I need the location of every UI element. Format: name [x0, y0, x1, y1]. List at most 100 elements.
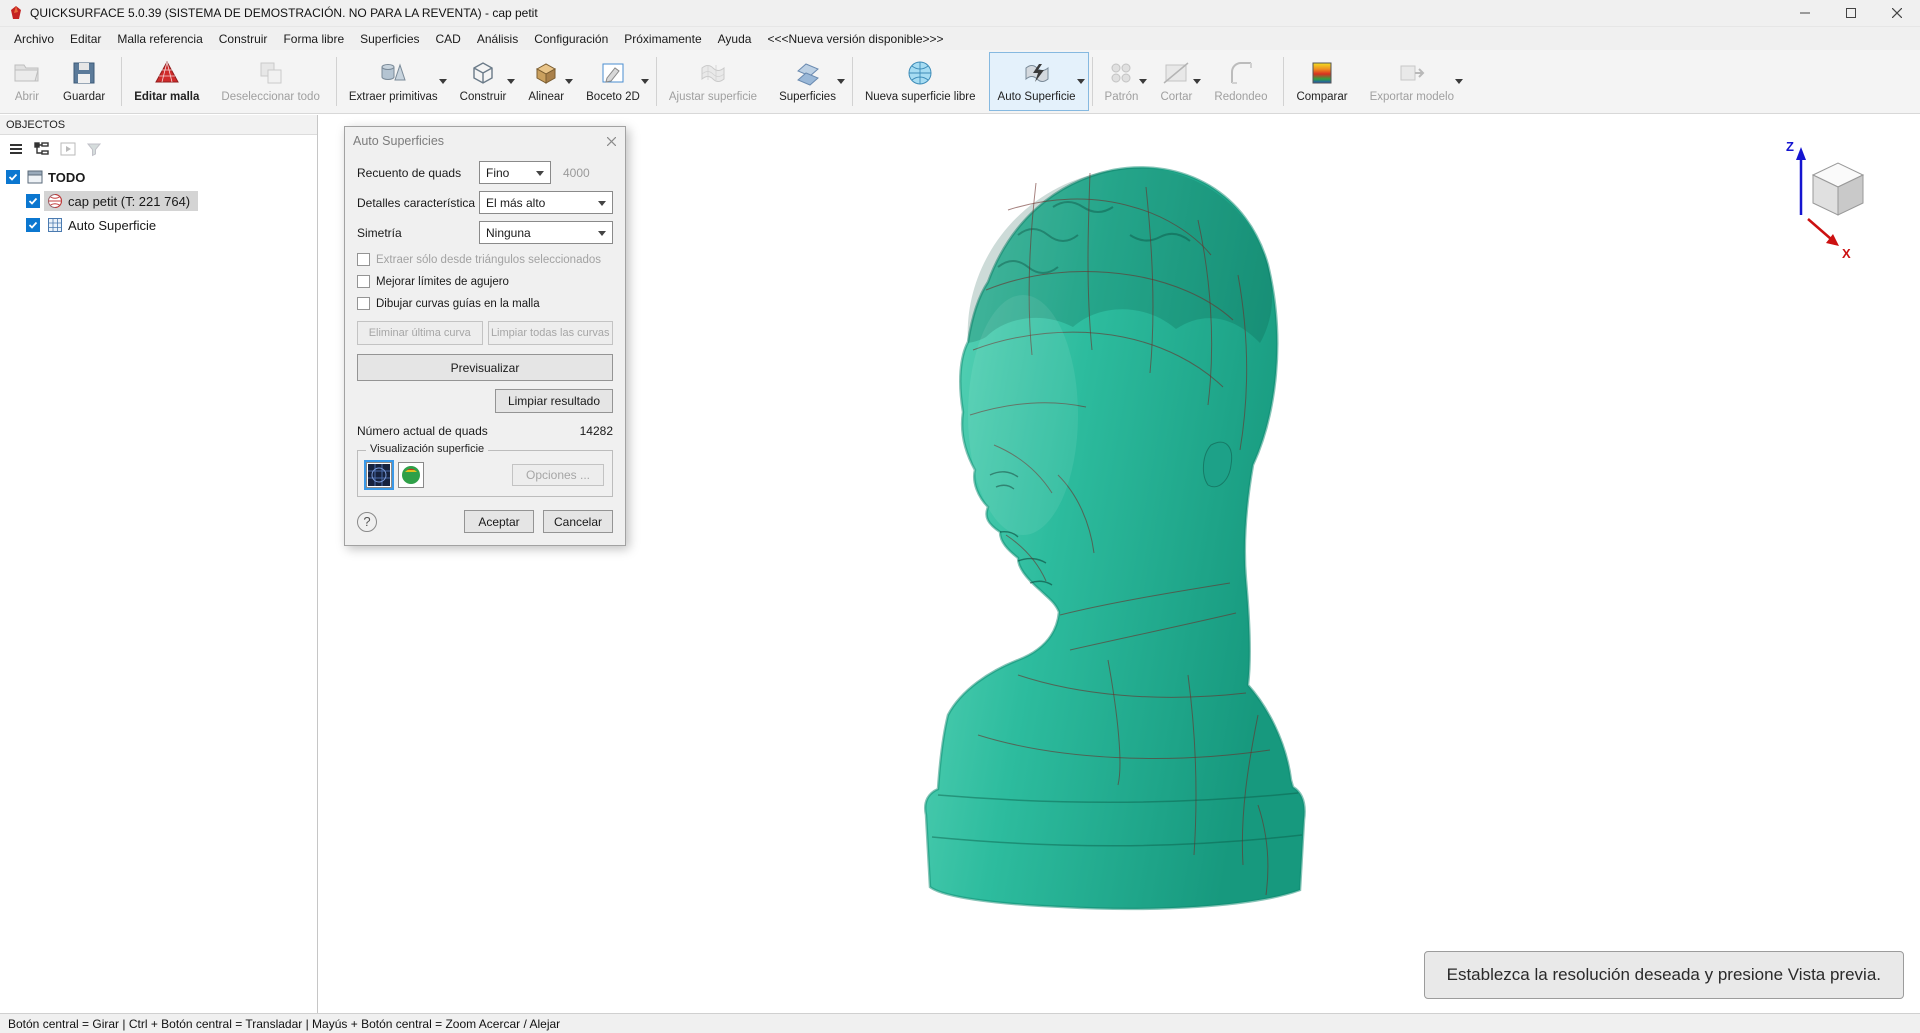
toolbar-button-nueva-superficie-libre[interactable]: Nueva superficie libre [856, 52, 989, 111]
menu-ayuda[interactable]: Ayuda [710, 29, 760, 49]
checkbox-label: Extraer sólo desde triángulos selecciona… [376, 253, 602, 266]
menu-malla-referencia[interactable]: Malla referencia [109, 29, 210, 49]
tree-item-label: Auto Superficie [68, 217, 157, 233]
checkbox-row-guide-curves[interactable]: Dibujar curvas guías en la malla [357, 297, 613, 310]
checkbox-cap-petit[interactable] [26, 194, 40, 208]
build-cube-icon [469, 57, 497, 89]
fillet-icon [1227, 57, 1255, 89]
toolbar-button-superficies[interactable]: Superficies [770, 52, 849, 111]
toolbar-button-construir[interactable]: Construir [451, 52, 520, 111]
toolbar-separator [335, 57, 337, 106]
close-button[interactable] [1874, 0, 1920, 26]
toolbar-button-extraer-primitivas[interactable]: Extraer primitivas [340, 52, 451, 111]
checkbox-hole-boundaries[interactable] [357, 275, 370, 288]
options-button: Opciones ... [512, 464, 604, 486]
toolbar-label: Editar malla [134, 91, 200, 103]
chevron-down-icon[interactable] [438, 79, 447, 84]
toolbar-separator [655, 57, 657, 106]
checkbox-label: Mejorar límites de agujero [376, 275, 509, 288]
scene-root-icon [27, 169, 43, 185]
clear-result-button[interactable]: Limpiar resultado [495, 389, 613, 413]
menu-editar[interactable]: Editar [62, 29, 109, 49]
chevron-down-icon [1139, 79, 1148, 84]
accept-button[interactable]: Aceptar [464, 510, 534, 533]
checkbox-todo[interactable] [6, 170, 20, 184]
checkbox-guide-curves[interactable] [357, 297, 370, 310]
toolbar-button-exportar-modelo: Exportar modelo [1361, 52, 1467, 111]
tree-item-todo[interactable]: TODO [0, 165, 317, 189]
current-quads-value: 14282 [579, 424, 613, 438]
toolbar-label: Alinear [528, 91, 565, 103]
toolbar-label: Superficies [779, 91, 836, 103]
feature-detail-select[interactable]: El más alto [479, 191, 613, 214]
quad-count-label: Recuento de quads [357, 165, 462, 180]
chevron-down-icon[interactable] [836, 79, 845, 84]
axis-z-label: Z [1786, 139, 1794, 154]
statusbar-text: Botón central = Girar | Ctrl + Botón cen… [8, 1016, 561, 1031]
chevron-down-icon [536, 171, 544, 176]
help-button[interactable]: ? [357, 511, 377, 532]
cancel-button[interactable]: Cancelar [543, 510, 613, 533]
menu-construir[interactable]: Construir [211, 29, 276, 49]
toolbar-button-alinear[interactable]: Alinear [519, 52, 577, 111]
auto-surface-icon [1023, 57, 1051, 89]
chevron-down-icon[interactable] [640, 79, 649, 84]
clear-all-curves-button: Limpiar todas las curvas [487, 321, 613, 345]
extract-primitives-icon [379, 57, 407, 89]
minimize-button[interactable] [1782, 0, 1828, 26]
checkbox-row-hole-boundaries[interactable]: Mejorar límites de agujero [357, 275, 613, 288]
menu-analisis[interactable]: Análisis [469, 29, 526, 49]
menu-proximamente[interactable]: Próximamente [616, 29, 709, 49]
toolbar-button-editar-malla[interactable]: Editar malla [125, 52, 212, 111]
objects-tree: TODO cap petit (T: 221 764) Auto Superfi… [0, 163, 317, 237]
viz-mode-color-tile[interactable] [398, 462, 424, 488]
toolbar-label: Boceto 2D [586, 91, 640, 103]
chevron-down-icon [1193, 79, 1202, 84]
symmetry-value: Ninguna [486, 225, 531, 240]
toolbar-button-patron: Patrón [1096, 52, 1152, 111]
close-icon[interactable] [604, 134, 619, 149]
toolbar-separator [851, 57, 853, 106]
toolbar-button-deseleccionar-todo: Deseleccionar todo [212, 52, 332, 111]
tree-item-cap-petit[interactable]: cap petit (T: 221 764) [0, 189, 317, 213]
tree-item-auto-superficie[interactable]: Auto Superficie [0, 213, 317, 237]
list-view-icon[interactable] [6, 139, 26, 159]
toolbar-button-comparar[interactable]: Comparar [1287, 52, 1360, 111]
toolbar-button-guardar[interactable]: Guardar [54, 52, 118, 111]
dialog-titlebar[interactable]: Auto Superficies [345, 127, 625, 155]
menu-nueva-version[interactable]: <<<Nueva versión disponible>>> [759, 29, 951, 49]
chevron-down-icon [598, 201, 606, 206]
toolbar-button-boceto-2d[interactable]: Boceto 2D [577, 52, 653, 111]
preview-button[interactable]: Previsualizar [357, 354, 613, 381]
tree-view-icon[interactable] [32, 139, 52, 159]
maximize-button[interactable] [1828, 0, 1874, 26]
compare-colormap-icon [1308, 57, 1336, 89]
chevron-down-icon [598, 231, 606, 236]
toolbar-button-cortar: Cortar [1151, 52, 1205, 111]
save-icon [70, 57, 98, 89]
toolbar-button-auto-superficie[interactable]: Auto Superficie [988, 52, 1089, 111]
symmetry-row: Simetría Ninguna [357, 221, 613, 244]
auto-surface-dialog: Auto Superficies Recuento de quads Fino … [344, 126, 626, 546]
quad-count-select[interactable]: Fino [479, 161, 551, 184]
toolbar-label: Cortar [1160, 91, 1193, 103]
chevron-down-icon[interactable] [1076, 79, 1085, 84]
quad-count-row: Recuento de quads Fino 4000 [357, 161, 613, 184]
align-cube-icon [532, 57, 560, 89]
menu-archivo[interactable]: Archivo [6, 29, 62, 49]
symmetry-select[interactable]: Ninguna [479, 221, 613, 244]
symmetry-label: Simetría [357, 225, 402, 240]
toolbar: Abrir Guardar Editar malla Deseleccionar… [0, 50, 1920, 114]
menu-configuracion[interactable]: Configuración [526, 29, 616, 49]
chevron-down-icon[interactable] [507, 79, 516, 84]
menu-superficies[interactable]: Superficies [352, 29, 427, 49]
menu-forma-libre[interactable]: Forma libre [275, 29, 352, 49]
checkbox-auto-superficie[interactable] [26, 218, 40, 232]
chevron-down-icon[interactable] [565, 79, 574, 84]
main-area: OBJECTOS TODO cap petit (T: 221 764) Aut… [0, 115, 1920, 1013]
quad-count-value: Fino [486, 165, 510, 180]
toolbar-label: Guardar [63, 91, 106, 103]
mesh-object-icon [47, 193, 63, 209]
menu-cad[interactable]: CAD [428, 29, 469, 49]
viz-mode-grid-tile[interactable] [364, 460, 394, 490]
